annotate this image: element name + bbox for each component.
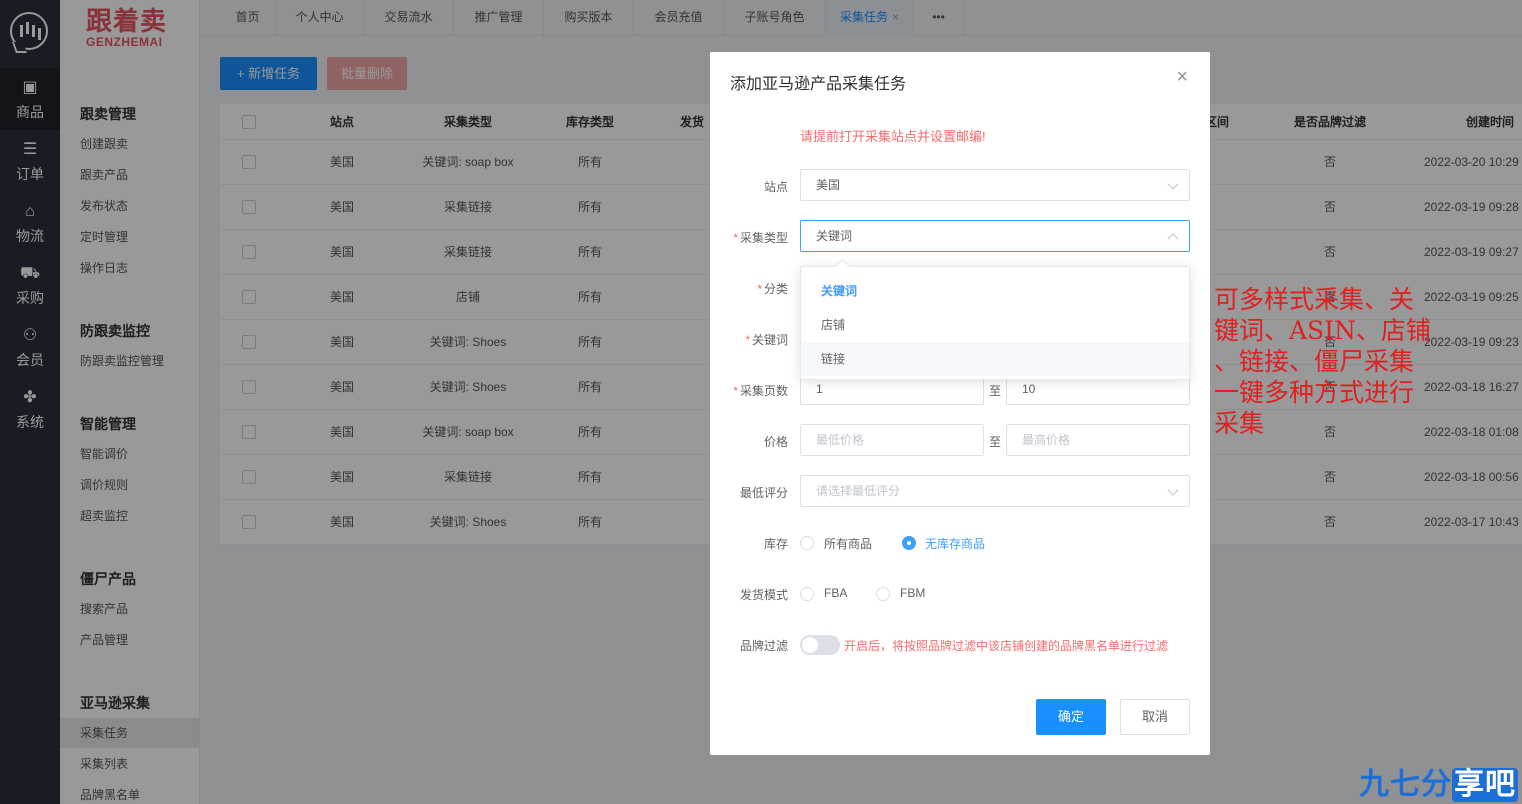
rating-select[interactable]: 请选择最低评分 [800, 475, 1190, 507]
price-label: 价格 [763, 435, 788, 449]
stock-label: 库存 [763, 537, 788, 551]
ship-mode-label: 发货模式 [739, 588, 788, 602]
site-label: 站点 [763, 180, 788, 194]
category-label: * 分类 [757, 282, 788, 296]
dropdown-option-store[interactable]: 店铺 [801, 308, 1189, 342]
chevron-up-icon [1167, 233, 1179, 245]
pages-label: * 采集页数 [733, 384, 788, 398]
promo-annotation: 可多样式采集、关 键词、ASIN、店铺 、链接、僵尸采集 一键多种方式进行 采集 [1214, 285, 1431, 438]
collect-type-dropdown: 关键词 店铺 链接 [800, 266, 1190, 380]
dropdown-option-keyword[interactable]: 关键词 [801, 274, 1189, 308]
brand-filter-switch[interactable] [800, 635, 840, 655]
ship-fba-radio[interactable] [800, 587, 814, 601]
dialog-title: 添加亚马逊产品采集任务 [730, 76, 907, 93]
site-select[interactable]: 美国 [800, 169, 1190, 201]
dropdown-option-link[interactable]: 链接 [801, 342, 1189, 376]
brand-filter-tip: 开启后，将按照品牌过滤中该店铺创建的品牌黑名单进行过滤 [844, 639, 1169, 653]
confirm-button[interactable]: 确定 [1036, 699, 1106, 735]
add-collect-task-dialog: 添加亚马逊产品采集任务 × 请提前打开采集站点并设置邮编! 站点 美国 * 采集类… [710, 52, 1210, 755]
stock-all-radio[interactable] [800, 536, 814, 550]
rating-label: 最低评分 [739, 486, 788, 500]
brand-filter-label: 品牌过滤 [739, 639, 788, 653]
keyword-label: * 关键词 [745, 333, 788, 347]
collect-type-label: * 采集类型 [733, 231, 788, 245]
close-icon[interactable]: × [1176, 66, 1188, 89]
warning-text: 请提前打开采集站点并设置邮编! [800, 129, 986, 144]
price-min-input[interactable]: 最低价格 [800, 424, 984, 456]
ship-fbm-radio[interactable] [876, 587, 890, 601]
cancel-button[interactable]: 取消 [1120, 699, 1190, 735]
price-max-input[interactable]: 最高价格 [1006, 424, 1190, 456]
chevron-down-icon [1167, 178, 1179, 190]
chevron-down-icon [1167, 484, 1179, 496]
watermark: 九七分享吧 [1359, 768, 1518, 802]
stock-none-radio[interactable] [902, 536, 916, 550]
collect-type-select[interactable]: 关键词 [800, 220, 1190, 252]
